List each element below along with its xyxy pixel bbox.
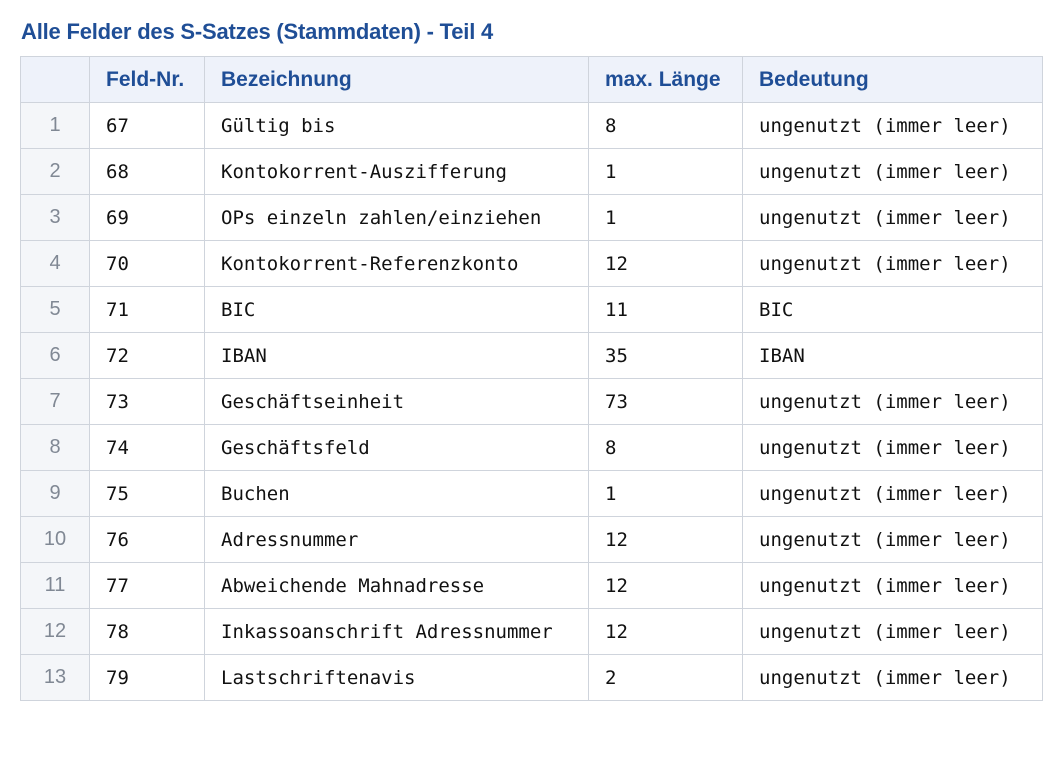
table-row: 7 73 Geschäftseinheit 73 ungenutzt (imme… [20, 378, 1043, 425]
cell-bezeichnung: Lastschriftenavis [204, 654, 589, 701]
cell-max-laenge: 12 [588, 562, 743, 609]
cell-feld-nr: 76 [89, 516, 205, 563]
cell-bezeichnung: OPs einzeln zahlen/einziehen [204, 194, 589, 241]
table-row: 3 69 OPs einzeln zahlen/einziehen 1 unge… [20, 194, 1043, 241]
cell-bedeutung: ungenutzt (immer leer) [742, 562, 1043, 609]
cell-max-laenge: 11 [588, 286, 743, 333]
cell-max-laenge: 2 [588, 654, 743, 701]
column-header-bezeichnung[interactable]: Bezeichnung [204, 56, 589, 103]
cell-bedeutung: ungenutzt (immer leer) [742, 378, 1043, 425]
cell-bezeichnung: Kontokorrent-Referenzkonto [204, 240, 589, 287]
cell-max-laenge: 12 [588, 608, 743, 655]
cell-max-laenge: 1 [588, 194, 743, 241]
row-index: 6 [20, 332, 90, 379]
table-header: Feld-Nr. Bezeichnung max. Länge Bedeutun… [20, 56, 1043, 103]
table-row: 1 67 Gültig bis 8 ungenutzt (immer leer) [20, 102, 1043, 149]
table-row: 8 74 Geschäftsfeld 8 ungenutzt (immer le… [20, 424, 1043, 471]
cell-bezeichnung: Geschäftsfeld [204, 424, 589, 471]
row-index: 12 [20, 608, 90, 655]
table-row: 12 78 Inkassoanschrift Adressnummer 12 u… [20, 608, 1043, 655]
table-row: 11 77 Abweichende Mahnadresse 12 ungenut… [20, 562, 1043, 609]
cell-max-laenge: 8 [588, 102, 743, 149]
cell-feld-nr: 77 [89, 562, 205, 609]
cell-max-laenge: 35 [588, 332, 743, 379]
cell-bedeutung: ungenutzt (immer leer) [742, 424, 1043, 471]
cell-feld-nr: 67 [89, 102, 205, 149]
table-row: 5 71 BIC 11 BIC [20, 286, 1043, 333]
fields-table: Feld-Nr. Bezeichnung max. Länge Bedeutun… [20, 56, 1043, 701]
cell-bezeichnung: Kontokorrent-Auszifferung [204, 148, 589, 195]
row-index: 13 [20, 654, 90, 701]
cell-feld-nr: 72 [89, 332, 205, 379]
table-row: 2 68 Kontokorrent-Auszifferung 1 ungenut… [20, 148, 1043, 195]
row-index: 1 [20, 102, 90, 149]
cell-bezeichnung: Adressnummer [204, 516, 589, 563]
table-row: 10 76 Adressnummer 12 ungenutzt (immer l… [20, 516, 1043, 563]
cell-bedeutung: BIC [742, 286, 1043, 333]
cell-feld-nr: 75 [89, 470, 205, 517]
column-header-max-laenge[interactable]: max. Länge [588, 56, 743, 103]
table-row: 13 79 Lastschriftenavis 2 ungenutzt (imm… [20, 654, 1043, 701]
cell-bedeutung: ungenutzt (immer leer) [742, 516, 1043, 563]
row-index: 8 [20, 424, 90, 471]
table-row: 4 70 Kontokorrent-Referenzkonto 12 ungen… [20, 240, 1043, 287]
cell-max-laenge: 1 [588, 148, 743, 195]
cell-max-laenge: 12 [588, 516, 743, 563]
cell-feld-nr: 73 [89, 378, 205, 425]
cell-bedeutung: ungenutzt (immer leer) [742, 194, 1043, 241]
row-index: 7 [20, 378, 90, 425]
cell-bedeutung: ungenutzt (immer leer) [742, 470, 1043, 517]
cell-max-laenge: 1 [588, 470, 743, 517]
row-index: 5 [20, 286, 90, 333]
cell-feld-nr: 69 [89, 194, 205, 241]
page-title: Alle Felder des S-Satzes (Stammdaten) - … [21, 19, 494, 44]
cell-bezeichnung: BIC [204, 286, 589, 333]
cell-bedeutung: ungenutzt (immer leer) [742, 654, 1043, 701]
cell-feld-nr: 68 [89, 148, 205, 195]
cell-feld-nr: 78 [89, 608, 205, 655]
row-index: 9 [20, 470, 90, 517]
cell-bezeichnung: Abweichende Mahnadresse [204, 562, 589, 609]
cell-bezeichnung: Inkassoanschrift Adressnummer [204, 608, 589, 655]
table-row: 6 72 IBAN 35 IBAN [20, 332, 1043, 379]
cell-max-laenge: 73 [588, 378, 743, 425]
cell-max-laenge: 12 [588, 240, 743, 287]
header-row: Feld-Nr. Bezeichnung max. Länge Bedeutun… [20, 56, 1043, 103]
cell-feld-nr: 74 [89, 424, 205, 471]
cell-bedeutung: ungenutzt (immer leer) [742, 240, 1043, 287]
cell-max-laenge: 8 [588, 424, 743, 471]
cell-bedeutung: ungenutzt (immer leer) [742, 608, 1043, 655]
cell-bezeichnung: IBAN [204, 332, 589, 379]
row-index: 11 [20, 562, 90, 609]
cell-feld-nr: 71 [89, 286, 205, 333]
row-index: 4 [20, 240, 90, 287]
column-header-index [20, 56, 90, 103]
cell-bezeichnung: Gültig bis [204, 102, 589, 149]
cell-bezeichnung: Geschäftseinheit [204, 378, 589, 425]
row-index: 10 [20, 516, 90, 563]
table-row: 9 75 Buchen 1 ungenutzt (immer leer) [20, 470, 1043, 517]
cell-bezeichnung: Buchen [204, 470, 589, 517]
cell-feld-nr: 79 [89, 654, 205, 701]
cell-bedeutung: IBAN [742, 332, 1043, 379]
cell-feld-nr: 70 [89, 240, 205, 287]
table-body: 1 67 Gültig bis 8 ungenutzt (immer leer)… [20, 102, 1043, 701]
cell-bedeutung: ungenutzt (immer leer) [742, 102, 1043, 149]
column-header-feld-nr[interactable]: Feld-Nr. [89, 56, 205, 103]
row-index: 2 [20, 148, 90, 195]
column-header-bedeutung[interactable]: Bedeutung [742, 56, 1043, 103]
cell-bedeutung: ungenutzt (immer leer) [742, 148, 1043, 195]
row-index: 3 [20, 194, 90, 241]
